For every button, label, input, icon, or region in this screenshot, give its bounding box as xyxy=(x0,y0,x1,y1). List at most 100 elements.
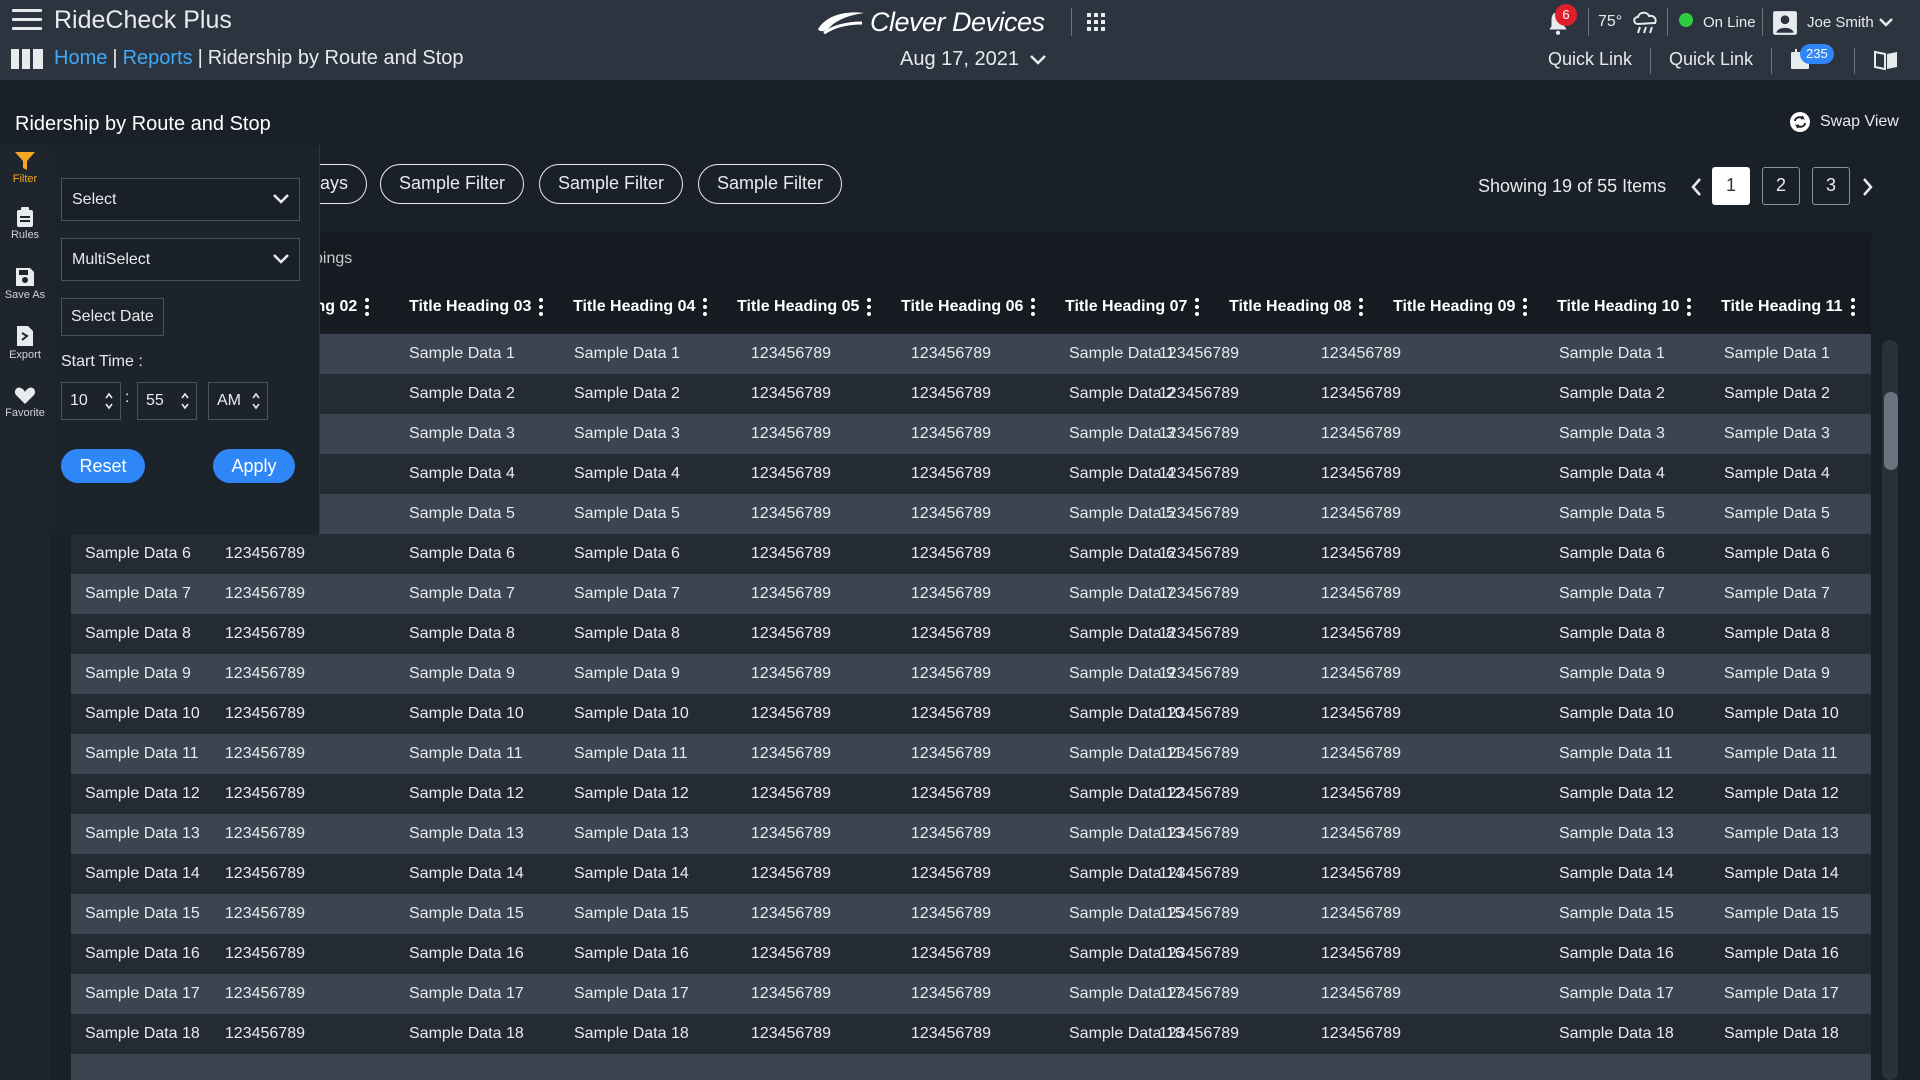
rail-save-as[interactable]: Save As xyxy=(0,267,50,301)
user-name[interactable]: Joe Smith xyxy=(1807,14,1874,31)
table-row[interactable]: Sample Data 13 123456789 Sample Data 13 Sam… xyxy=(71,814,1871,854)
table-row[interactable]: Sample Data 8 123456789 Sample Data 8 Sampl… xyxy=(71,614,1871,654)
table-row[interactable]: Sample Data 9 123456789 Sample Data 9 Sampl… xyxy=(71,654,1871,694)
stepper-arrows-icon[interactable] xyxy=(180,392,190,410)
table-row[interactable]: Sample Data 10 123456789 Sample Data 10 Sam… xyxy=(71,694,1871,734)
column-header[interactable]: Title Heading 10 xyxy=(1557,298,1692,316)
table-scroll-thumb[interactable] xyxy=(1884,392,1898,470)
table-cell: 123456789 xyxy=(224,625,305,642)
swap-view-button[interactable]: Swap View xyxy=(1790,112,1899,132)
quick-link-1[interactable]: Quick Link xyxy=(1548,49,1632,70)
rail-filter[interactable]: Filter xyxy=(0,151,50,185)
table-row[interactable]: Sample Data 16 123456789 Sample Data 16 Sam… xyxy=(71,934,1871,974)
page-button-3[interactable]: 3 xyxy=(1812,167,1850,205)
date-picker[interactable]: Aug 17, 2021 xyxy=(900,48,1047,71)
table-cell: Sample Data 1 xyxy=(574,345,680,362)
table-cell: Sample Data 12 xyxy=(409,785,524,802)
column-header[interactable]: Title Heading 03 xyxy=(409,298,544,316)
table-row[interactable]: 456789Sample Data 5Sample Data 512345678… xyxy=(71,494,1871,534)
column-menu-icon[interactable] xyxy=(1850,298,1855,316)
apps-grid-icon[interactable] xyxy=(1087,13,1105,31)
page-button-1[interactable]: 1 xyxy=(1712,167,1750,205)
column-menu-icon[interactable] xyxy=(867,298,872,316)
page-button-2[interactable]: 2 xyxy=(1762,167,1800,205)
notification-count-badge: 6 xyxy=(1555,4,1577,26)
rail-export[interactable]: Export xyxy=(0,325,50,361)
column-menu-icon[interactable] xyxy=(1359,298,1364,316)
column-menu-icon[interactable] xyxy=(1523,298,1528,316)
table-cell: 123456789 xyxy=(910,345,991,362)
groupings-bar[interactable]: pings xyxy=(71,233,1871,285)
table-row[interactable]: 456789Sample Data 2Sample Data 212345678… xyxy=(71,374,1871,414)
column-header[interactable]: Title Heading 09 xyxy=(1393,298,1528,316)
chevron-right-icon[interactable] xyxy=(1858,176,1876,198)
table-cell: 123456789 xyxy=(910,465,991,482)
breadcrumb-current: Ridership by Route and Stop xyxy=(207,47,464,69)
table-row[interactable]: 456789Sample Data 4Sample Data 412345678… xyxy=(71,454,1871,494)
breadcrumb-reports-link[interactable]: Reports xyxy=(123,47,193,69)
table-cell: 123456789 xyxy=(910,745,991,762)
column-header[interactable]: Title Heading 11 xyxy=(1721,298,1855,316)
column-menu-icon[interactable] xyxy=(1031,298,1036,316)
rail-favorite[interactable]: Favorite xyxy=(0,387,50,419)
reset-button[interactable]: Reset xyxy=(61,449,145,483)
table-row[interactable]: Sample Data 17 123456789 Sample Data 17 Sam… xyxy=(71,974,1871,1014)
table-row[interactable]: Sample Data 12 123456789 Sample Data 12 Sam… xyxy=(71,774,1871,814)
column-header[interactable]: Title Heading 08 xyxy=(1229,298,1364,316)
hour-value: 10 xyxy=(70,392,88,409)
table-cell: Sample Data 17 xyxy=(409,985,524,1002)
quick-link-2[interactable]: Quick Link xyxy=(1669,49,1753,70)
table-row[interactable]: Sample Data 18 123456789 Sample Data 18 Sam… xyxy=(71,1014,1871,1054)
table-row[interactable]: Sample Data 14 123456789 Sample Data 14 Sam… xyxy=(71,854,1871,894)
table-cell: 123456789 xyxy=(1158,385,1239,402)
sidebar-toggle-icon[interactable] xyxy=(10,48,44,70)
table-row[interactable]: 456789Sample Data 3Sample Data 312345678… xyxy=(71,414,1871,454)
multiselect-dropdown[interactable]: MultiSelect xyxy=(61,238,300,281)
column-header[interactable]: Title Heading 05 xyxy=(737,298,872,316)
table-cell: 123456789 xyxy=(224,945,305,962)
table-cell: Sample Data 8 xyxy=(85,625,191,642)
table-cell: Sample Data 7 xyxy=(1559,585,1665,602)
rail-rules[interactable]: Rules xyxy=(0,207,50,241)
table-row[interactable]: Sample Data 15 123456789 Sample Data 15 Sam… xyxy=(71,894,1871,934)
divider xyxy=(1762,8,1763,36)
table-cell: 123456789 xyxy=(1158,865,1239,882)
table-row[interactable]: Sample Data 6 123456789 Sample Data 6 Sampl… xyxy=(71,534,1871,574)
filter-chip-3[interactable]: Sample Filter xyxy=(698,164,843,204)
chevron-down-icon[interactable] xyxy=(1876,12,1896,32)
table-cell: Sample Data 6 xyxy=(574,545,680,562)
table-cell: 123456789 xyxy=(1158,665,1239,682)
table-cell: 123456789 xyxy=(224,745,305,762)
breadcrumb-home-link[interactable]: Home xyxy=(54,47,107,69)
hamburger-menu-icon[interactable] xyxy=(12,9,42,33)
table-cell: 123456789 xyxy=(224,985,305,1002)
book-icon[interactable] xyxy=(1873,49,1899,71)
table-cell: 123456789 xyxy=(910,905,991,922)
chevron-left-icon[interactable] xyxy=(1688,176,1706,198)
minute-stepper[interactable]: 55 xyxy=(137,382,197,420)
table-row[interactable]: Sample Data 7 123456789 Sample Data 7 Sampl… xyxy=(71,574,1871,614)
filter-chip-2[interactable]: Sample Filter xyxy=(539,164,684,204)
table-row[interactable]: 456789Sample Data 1Sample Data 112345678… xyxy=(71,334,1871,374)
column-menu-icon[interactable] xyxy=(703,298,708,316)
select-date-button[interactable]: Select Date xyxy=(61,298,164,336)
filter-chip-1[interactable]: Sample Filter xyxy=(380,164,525,204)
select-dropdown[interactable]: Select xyxy=(61,178,300,221)
column-header[interactable]: Title Heading 07 xyxy=(1065,298,1200,316)
column-header[interactable]: Title Heading 06 xyxy=(901,298,1036,316)
column-menu-icon[interactable] xyxy=(1195,298,1200,316)
ampm-stepper[interactable]: AM xyxy=(208,382,268,420)
column-menu-icon[interactable] xyxy=(365,298,370,316)
table-cell: 123456789 xyxy=(750,985,831,1002)
stepper-arrows-icon[interactable] xyxy=(251,392,261,410)
column-header[interactable]: Title Heading 04 xyxy=(573,298,708,316)
table-cell: 123456789 xyxy=(1158,345,1239,362)
table-cell: 123456789 xyxy=(910,505,991,522)
apply-button[interactable]: Apply xyxy=(213,449,295,483)
stepper-arrows-icon[interactable] xyxy=(104,392,114,410)
user-avatar-icon[interactable] xyxy=(1772,10,1798,36)
hour-stepper[interactable]: 10 xyxy=(61,382,121,420)
column-menu-icon[interactable] xyxy=(539,298,544,316)
table-row[interactable]: Sample Data 11 123456789 Sample Data 11 Sam… xyxy=(71,734,1871,774)
column-menu-icon[interactable] xyxy=(1687,298,1692,316)
